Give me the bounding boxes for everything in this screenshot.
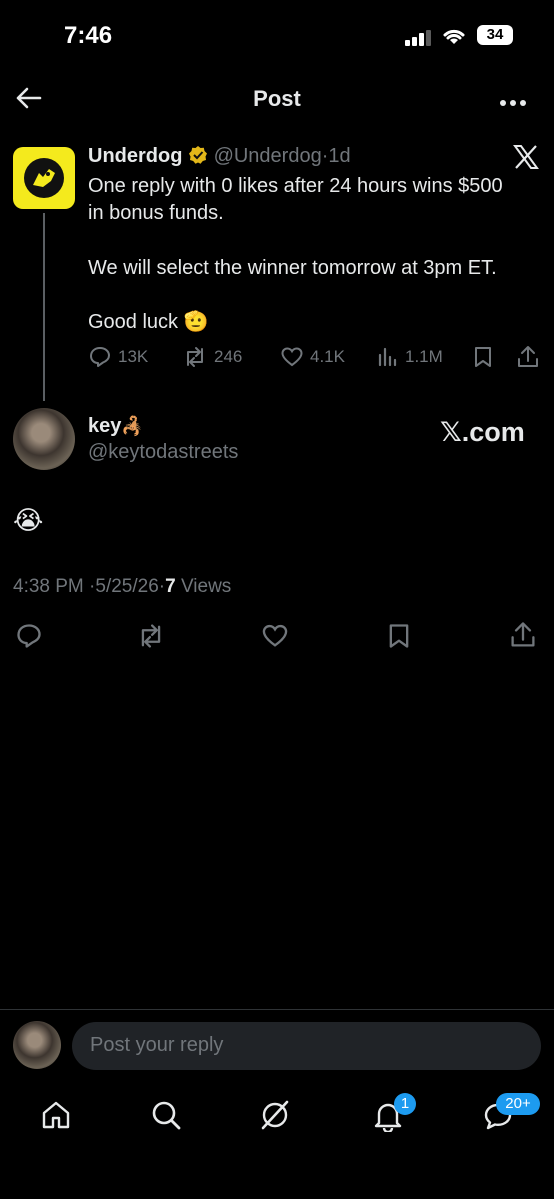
- bookmark-button[interactable]: [386, 622, 412, 655]
- views-count: 1.1M: [405, 347, 443, 366]
- heart-icon: [280, 345, 304, 369]
- tab-home[interactable]: [40, 1099, 72, 1136]
- post-age: 1d: [328, 145, 351, 167]
- signal-icon: [405, 30, 433, 46]
- bookmark-button[interactable]: [472, 345, 494, 374]
- post-text-line: Good luck 🫡: [88, 309, 209, 336]
- post-meta: 4:38 PM ·5/25/26·7 Views: [13, 576, 231, 598]
- repost-icon: [182, 345, 208, 369]
- good-luck-text: Good luck: [88, 311, 179, 333]
- x-com-watermark: 𝕏.com: [440, 417, 525, 447]
- page-title: Post: [253, 86, 301, 111]
- reply-count: 13K: [118, 347, 149, 366]
- underdog-logo-icon: [24, 158, 64, 198]
- status-time: 7:46: [64, 22, 113, 49]
- reply-stat-button[interactable]: 13K: [88, 345, 148, 369]
- like-stat-button[interactable]: 4.1K: [280, 345, 345, 369]
- share-icon: [516, 344, 540, 370]
- reply-button[interactable]: [15, 622, 43, 655]
- author-handle[interactable]: @keytodastreets: [88, 441, 238, 464]
- post-time: 4:38 PM: [13, 576, 84, 597]
- scorpion-emoji: 🦂: [121, 416, 144, 436]
- battery-indicator: 34: [477, 25, 513, 45]
- underdog-avatar[interactable]: [13, 147, 75, 209]
- view-count[interactable]: 7: [165, 576, 176, 597]
- repost-stat-button[interactable]: 246: [182, 345, 242, 369]
- thread-connector: [43, 213, 45, 401]
- author-name[interactable]: Underdog: [88, 145, 182, 167]
- author-handle[interactable]: @Underdog: [214, 145, 322, 167]
- post-text-line: One reply with 0 likes after 24 hours wi…: [88, 175, 503, 197]
- notifications-badge: 1: [394, 1093, 416, 1115]
- reply-icon: [88, 345, 112, 369]
- reply-input-placeholder: Post your reply: [90, 1034, 224, 1056]
- bookmark-icon: [472, 345, 494, 369]
- like-button[interactable]: [261, 622, 289, 655]
- post-header: Underdog @Underdog·1d: [88, 145, 351, 168]
- post-date: 5/25/26: [95, 576, 159, 597]
- share-icon: [509, 620, 537, 650]
- share-button[interactable]: [509, 620, 537, 655]
- heart-icon: [261, 622, 289, 650]
- repost-icon: [136, 622, 166, 650]
- grok-icon: [259, 1099, 291, 1131]
- tab-search[interactable]: [150, 1099, 182, 1136]
- bookmark-icon: [386, 622, 412, 650]
- views-icon: [377, 345, 399, 369]
- verified-badge-icon: [188, 145, 208, 165]
- more-icon: [499, 99, 527, 107]
- share-button[interactable]: [516, 344, 540, 375]
- like-count: 4.1K: [310, 347, 345, 366]
- post-text-line: in bonus funds.: [88, 202, 224, 224]
- x-logo-icon: [513, 145, 539, 169]
- repost-count: 246: [214, 347, 243, 366]
- reply-author[interactable]: key🦂: [88, 415, 144, 438]
- avatar[interactable]: [13, 1021, 61, 1069]
- views-label[interactable]: Views: [181, 576, 231, 597]
- post-text-line: We will select the winner tomorrow at 3p…: [88, 257, 497, 279]
- home-icon: [40, 1099, 72, 1131]
- repost-button[interactable]: [136, 622, 166, 655]
- good-luck-emoji: 🫡: [183, 311, 209, 333]
- author-name: key: [88, 415, 122, 437]
- reply-content: 😭: [13, 505, 44, 535]
- divider: [0, 1009, 554, 1010]
- tab-grok[interactable]: [259, 1099, 291, 1136]
- wifi-icon: [441, 26, 467, 46]
- avatar[interactable]: [13, 408, 75, 470]
- views-stat-button[interactable]: 1.1M: [377, 345, 443, 369]
- search-icon: [150, 1099, 182, 1131]
- more-button[interactable]: [499, 94, 527, 112]
- reply-icon: [15, 622, 43, 650]
- messages-badge: 20+: [496, 1093, 540, 1115]
